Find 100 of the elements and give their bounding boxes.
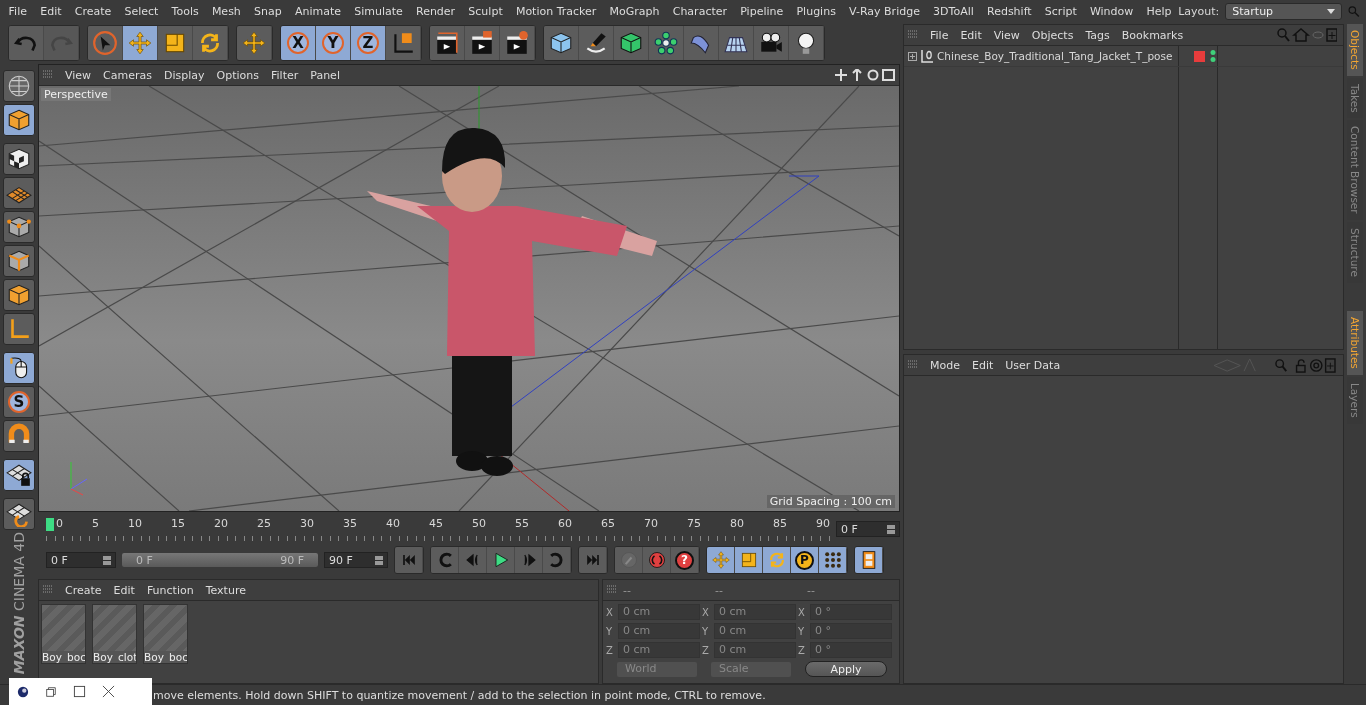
- film-control-button[interactable]: [855, 547, 883, 573]
- flower-icon: [653, 30, 679, 56]
- editable-mode-button[interactable]: [3, 70, 35, 102]
- menu-item[interactable]: View: [987, 28, 1026, 42]
- solo-mode-button[interactable]: S: [3, 386, 35, 418]
- panel-tab[interactable]: Attributes: [1347, 311, 1363, 376]
- start-frame-field[interactable]: 0 F: [46, 552, 116, 568]
- menu-item[interactable]: View: [59, 68, 98, 82]
- current-frame-field[interactable]: 0 F: [836, 521, 900, 537]
- visibility-dots-icon[interactable]: [1210, 49, 1216, 63]
- tweak-mode-button[interactable]: [3, 352, 35, 384]
- menu-item[interactable]: Panel: [304, 68, 346, 82]
- menu-item[interactable]: Create: [59, 583, 108, 597]
- points-mode-button[interactable]: [3, 211, 35, 243]
- menu-item[interactable]: Mesh: [205, 4, 248, 18]
- rotate-control-button[interactable]: [763, 547, 791, 573]
- layer-color-icon[interactable]: [1194, 50, 1205, 62]
- menu-item[interactable]: Render: [409, 4, 462, 18]
- menu-item[interactable]: Options: [210, 68, 265, 82]
- menu-item[interactable]: Select: [117, 4, 165, 18]
- object-name[interactable]: Chinese_Boy_Traditional_Tang_Jacket_T_pose: [937, 50, 1187, 62]
- menu-item[interactable]: 3DToAll: [926, 4, 981, 18]
- spinner-icon: [887, 524, 895, 534]
- grip-icon: [43, 70, 53, 80]
- menu-item[interactable]: Motion Tracker: [509, 4, 603, 18]
- menu-item[interactable]: Edit: [966, 358, 1000, 372]
- menu-item[interactable]: Bookmarks: [1115, 28, 1190, 42]
- maximize-icon[interactable]: [73, 685, 86, 698]
- select-tool-button[interactable]: [88, 26, 123, 60]
- menu-item[interactable]: Edit: [954, 28, 988, 42]
- texture-mode-button[interactable]: [3, 143, 35, 175]
- menu-item[interactable]: User Data: [999, 358, 1067, 372]
- layout-dropdown[interactable]: Startup: [1225, 2, 1343, 20]
- last-control-button[interactable]: [579, 547, 607, 573]
- move-arrows-icon: [710, 550, 731, 570]
- panel-tab[interactable]: Objects: [1347, 24, 1363, 76]
- menu-item[interactable]: MoGraph: [602, 4, 667, 18]
- menu-item[interactable]: File: [924, 28, 955, 42]
- menu-item[interactable]: Create: [68, 4, 118, 18]
- axis-l-mode-button[interactable]: [3, 313, 35, 345]
- grid-sphere-icon: [6, 73, 32, 99]
- menu-item[interactable]: Texture: [199, 583, 252, 597]
- model-mode-button[interactable]: [3, 104, 35, 136]
- menu-item[interactable]: Redshift: [980, 4, 1039, 18]
- axis-tool-button[interactable]: Z: [351, 26, 386, 60]
- caret-icon: [1327, 8, 1336, 14]
- menu-item[interactable]: Script: [1038, 4, 1084, 18]
- menu-item[interactable]: Animate: [288, 4, 348, 18]
- prev-key-control-button[interactable]: [431, 547, 459, 573]
- move-tool-button[interactable]: [237, 26, 272, 60]
- menu-item[interactable]: Cameras: [97, 68, 158, 82]
- axis-tool-button[interactable]: Y: [316, 26, 351, 60]
- menu-item[interactable]: Tags: [1079, 28, 1116, 42]
- menu-item[interactable]: Pipeline: [733, 4, 790, 18]
- panel-tool-icons[interactable]: [1277, 28, 1337, 42]
- menu-item[interactable]: Character: [666, 4, 734, 18]
- clapboard-icon: [469, 30, 495, 56]
- material-swatch[interactable]: Boy_boc: [143, 604, 188, 664]
- undo-tool-button[interactable]: [9, 26, 44, 60]
- grid-snap-mode-button[interactable]: [3, 498, 35, 530]
- menu-item[interactable]: Display: [158, 68, 211, 82]
- apply-button[interactable]: Apply: [805, 661, 887, 677]
- grid-lock-mode-button[interactable]: [3, 459, 35, 491]
- menu-item[interactable]: Filter: [265, 68, 305, 82]
- move-tool-button[interactable]: [123, 26, 158, 60]
- navigation-icons[interactable]: [835, 69, 895, 81]
- timeline-ruler[interactable]: 0 5 10 15 20 25 30 35 40 45 50 55 60 65 70 75 80 85 90: [46, 517, 830, 541]
- menu-item[interactable]: Window: [1083, 4, 1140, 18]
- menu-item[interactable]: Simulate: [347, 4, 410, 18]
- menu-item[interactable]: Edit: [107, 583, 141, 597]
- polygons-mode-button[interactable]: [3, 279, 35, 311]
- menu-item[interactable]: Help: [1139, 4, 1179, 18]
- menu-item[interactable]: Plugins: [789, 4, 843, 18]
- expand-icon[interactable]: [908, 51, 917, 61]
- menu-item[interactable]: Mode: [924, 358, 966, 372]
- dots-control-button[interactable]: [819, 547, 847, 573]
- close-icon[interactable]: [102, 685, 115, 698]
- menu-item[interactable]: Tools: [165, 4, 206, 18]
- menu-item[interactable]: Sculpt: [461, 4, 510, 18]
- menu-item[interactable]: V-Ray Bridge: [842, 4, 927, 18]
- magnet-mode-button[interactable]: [3, 420, 35, 452]
- menu-item[interactable]: File: [2, 4, 34, 18]
- restore-icon[interactable]: [45, 685, 57, 698]
- material-swatch[interactable]: Boy_boc: [41, 604, 86, 664]
- render-view-tool-button[interactable]: [430, 26, 465, 60]
- first-control-button[interactable]: [395, 547, 423, 573]
- minimized-window[interactable]: [9, 678, 152, 705]
- cube-tool-button[interactable]: [544, 26, 579, 60]
- menu-item[interactable]: Objects: [1025, 28, 1080, 42]
- scale-control-button[interactable]: [735, 547, 763, 573]
- edges-mode-button[interactable]: [3, 245, 35, 277]
- menu-item[interactable]: Snap: [247, 4, 289, 18]
- menu-item[interactable]: Function: [140, 583, 200, 597]
- move-control-button[interactable]: [707, 547, 735, 573]
- param-control-button[interactable]: P: [791, 547, 819, 573]
- column-header: --: [807, 583, 816, 597]
- menu-item[interactable]: Edit: [33, 4, 69, 18]
- workplane-mode-button[interactable]: [3, 177, 35, 209]
- axis-tool-button[interactable]: X: [281, 26, 316, 60]
- end-frame-field[interactable]: 90 F: [324, 552, 388, 568]
